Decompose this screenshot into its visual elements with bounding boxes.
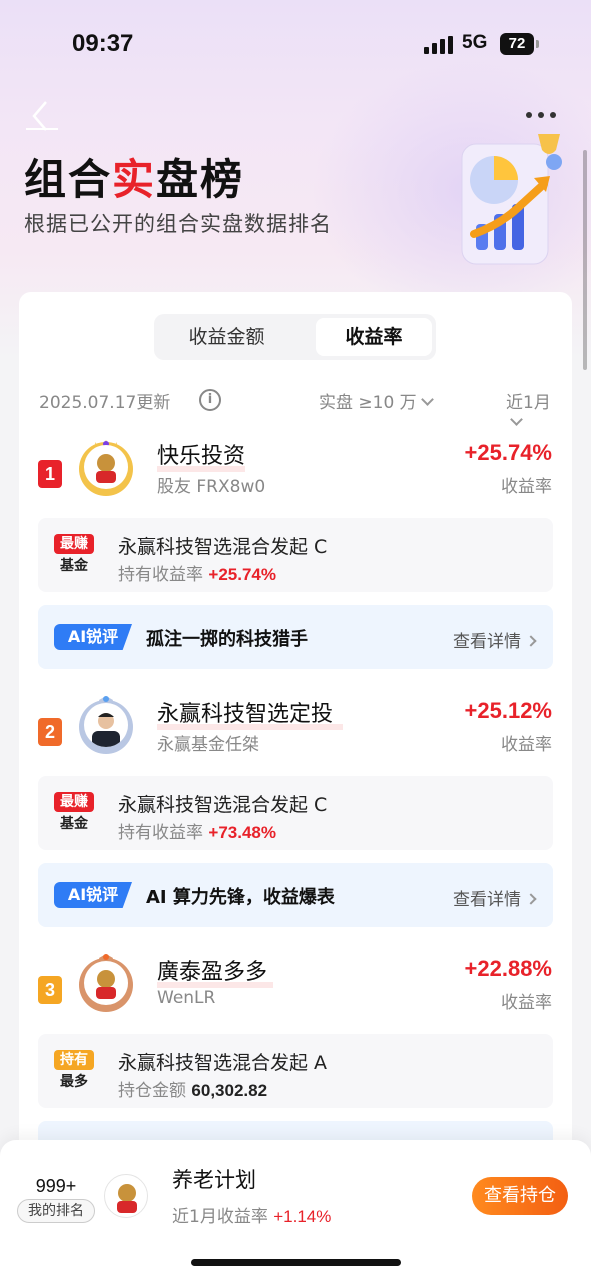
title-highlight: 实 [112,155,157,204]
my-avatar[interactable] [104,1174,148,1218]
scale-filter[interactable]: 实盘 ≥10 万 [319,388,434,413]
ranking-item[interactable]: 1 快乐投资 股友 FRX8w0 +25.74% 收益率 最赚 基金 永赢科技智… [19,430,572,670]
tab-amount[interactable]: 收益金额 [158,318,295,356]
ai-badge: AI锐评 [54,882,132,908]
network-type: 5G [462,32,488,53]
status-time: 09:37 [72,30,134,57]
fund-tag: 持有 最多 [54,1050,94,1094]
chevron-down-icon [510,413,523,426]
portfolio-name[interactable]: 快乐投资 [157,438,245,470]
portfolio-rate: +25.12% [464,698,552,723]
page-subtitle: 根据已公开的组合实盘数据排名 [24,212,332,236]
avatar-image [84,445,128,489]
my-rank-label: 我的排名 [17,1199,95,1223]
ai-review[interactable]: AI锐评 AI 算力先锋，收益爆表 查看详情 [38,863,553,927]
home-indicator[interactable] [191,1259,401,1266]
fund-name: 永赢科技智选混合发起 C [118,794,328,816]
rate-label: 收益率 [501,477,552,497]
ranking-item[interactable]: 2 永赢科技智选定投 永赢基金任桀 +25.12% 收益率 最赚 基金 永赢科技… [19,688,572,928]
info-icon[interactable]: i [199,389,221,411]
avatar [75,952,137,1014]
signal-icon [424,36,454,54]
my-rank: 999+ 我的排名 [16,1176,96,1223]
rate-label: 收益率 [501,735,552,755]
portfolio-rate: +22.88% [464,956,552,981]
trophy-chart-illustration [452,124,572,274]
portfolio-name[interactable]: 廣泰盈多多 [157,954,267,986]
portfolio-owner: 永赢基金任桀 [157,735,259,755]
fund-name: 永赢科技智选混合发起 C [118,536,328,558]
chevron-right-icon [525,893,537,905]
fund-card[interactable]: 最赚 基金 永赢科技智选混合发起 C 持有收益率 +25.74% [38,518,553,592]
portfolio-name[interactable]: 永赢科技智选定投 [157,696,333,728]
portfolio-owner: 股友 FRX8w0 [157,477,266,497]
fund-metric: 持仓金额 60,302.82 [118,1081,268,1101]
view-detail-link[interactable]: 查看详情 [453,627,537,652]
rank-number: 3 [38,976,62,1004]
ai-review-text: AI 算力先锋，收益爆表 [146,887,335,908]
fund-tag: 最赚 基金 [54,534,94,578]
rank-number: 1 [38,460,62,488]
fund-card[interactable]: 持有 最多 永赢科技智选混合发起 A 持仓金额 60,302.82 [38,1034,553,1108]
my-rank-number: 999+ [35,1176,77,1196]
my-portfolio-rate: 近1月收益率 +1.14% [172,1207,332,1227]
avatar [75,694,137,756]
period-filter[interactable]: 近1月 [506,388,559,433]
view-detail-link[interactable]: 查看详情 [453,885,537,910]
page-title: 组合实盘榜 [24,155,245,204]
battery-icon: 72 [500,33,539,55]
chevron-right-icon [525,635,537,647]
portfolio-owner: WenLR [157,988,216,1008]
fund-card[interactable]: 最赚 基金 永赢科技智选混合发起 C 持有收益率 +73.48% [38,776,553,850]
back-button[interactable] [24,98,60,134]
avatar-image [84,703,128,747]
back-arrow-icon [26,101,58,131]
chevron-down-icon [420,393,434,406]
ai-review[interactable]: AI锐评 孤注一掷的科技猎手 查看详情 [38,605,553,669]
update-date: 2025.07.17更新 [39,393,171,413]
ai-badge: AI锐评 [54,624,132,650]
ai-review-text: 孤注一掷的科技猎手 [146,629,308,650]
avatar-image [84,961,128,1005]
my-portfolio-name[interactable]: 养老计划 [172,1164,256,1194]
tab-switcher: 收益金额 收益率 [154,314,436,360]
portfolio-rate: +25.74% [464,440,552,465]
ranking-card: 收益金额 收益率 2025.07.17更新 i 实盘 ≥10 万 近1月 1 快… [19,292,572,1192]
rank-number: 2 [38,718,62,746]
filter-row: 2025.07.17更新 i 实盘 ≥10 万 近1月 [39,386,559,426]
rate-label: 收益率 [501,993,552,1013]
status-bar: 09:37 5G 72 [0,0,591,90]
tab-rate[interactable]: 收益率 [316,318,432,356]
avatar [75,436,137,498]
scrollbar[interactable] [583,150,587,370]
fund-tag: 最赚 基金 [54,792,94,836]
fund-name: 永赢科技智选混合发起 A [118,1052,328,1074]
fund-metric: 持有收益率 +25.74% [118,565,276,585]
fund-metric: 持有收益率 +73.48% [118,823,276,843]
view-holdings-button[interactable]: 查看持仓 [472,1177,568,1215]
